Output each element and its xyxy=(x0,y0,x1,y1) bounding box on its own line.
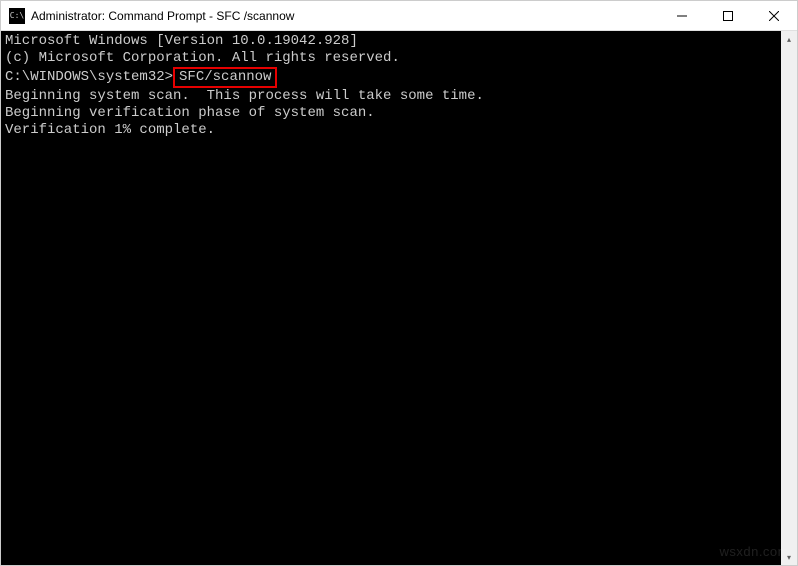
vertical-scrollbar[interactable]: ▴ ▾ xyxy=(781,31,797,565)
close-button[interactable] xyxy=(751,1,797,30)
terminal-output[interactable]: Microsoft Windows [Version 10.0.19042.92… xyxy=(1,31,781,565)
prompt-line: C:\WINDOWS\system32> SFC/scannow xyxy=(5,67,777,88)
command-highlight: SFC/scannow xyxy=(173,67,277,88)
minimize-button[interactable] xyxy=(659,1,705,30)
scroll-up-arrow-icon[interactable]: ▴ xyxy=(781,31,797,47)
output-line: Beginning verification phase of system s… xyxy=(5,105,777,122)
maximize-button[interactable] xyxy=(705,1,751,30)
prompt-prefix: C:\WINDOWS\system32> xyxy=(5,69,173,85)
command-prompt-window: C:\ Administrator: Command Prompt - SFC … xyxy=(0,0,798,566)
titlebar[interactable]: C:\ Administrator: Command Prompt - SFC … xyxy=(1,1,797,31)
output-line: (c) Microsoft Corporation. All rights re… xyxy=(5,50,777,67)
window-controls xyxy=(659,1,797,30)
window-title: Administrator: Command Prompt - SFC /sca… xyxy=(31,9,659,23)
output-line: Beginning system scan. This process will… xyxy=(5,88,777,105)
watermark-text: wsxdn.com xyxy=(719,544,789,559)
terminal-area: Microsoft Windows [Version 10.0.19042.92… xyxy=(1,31,797,565)
command-text: SFC/scannow xyxy=(179,69,271,85)
output-line: Microsoft Windows [Version 10.0.19042.92… xyxy=(5,33,777,50)
output-line: Verification 1% complete. xyxy=(5,122,777,139)
cmd-icon: C:\ xyxy=(9,8,25,24)
